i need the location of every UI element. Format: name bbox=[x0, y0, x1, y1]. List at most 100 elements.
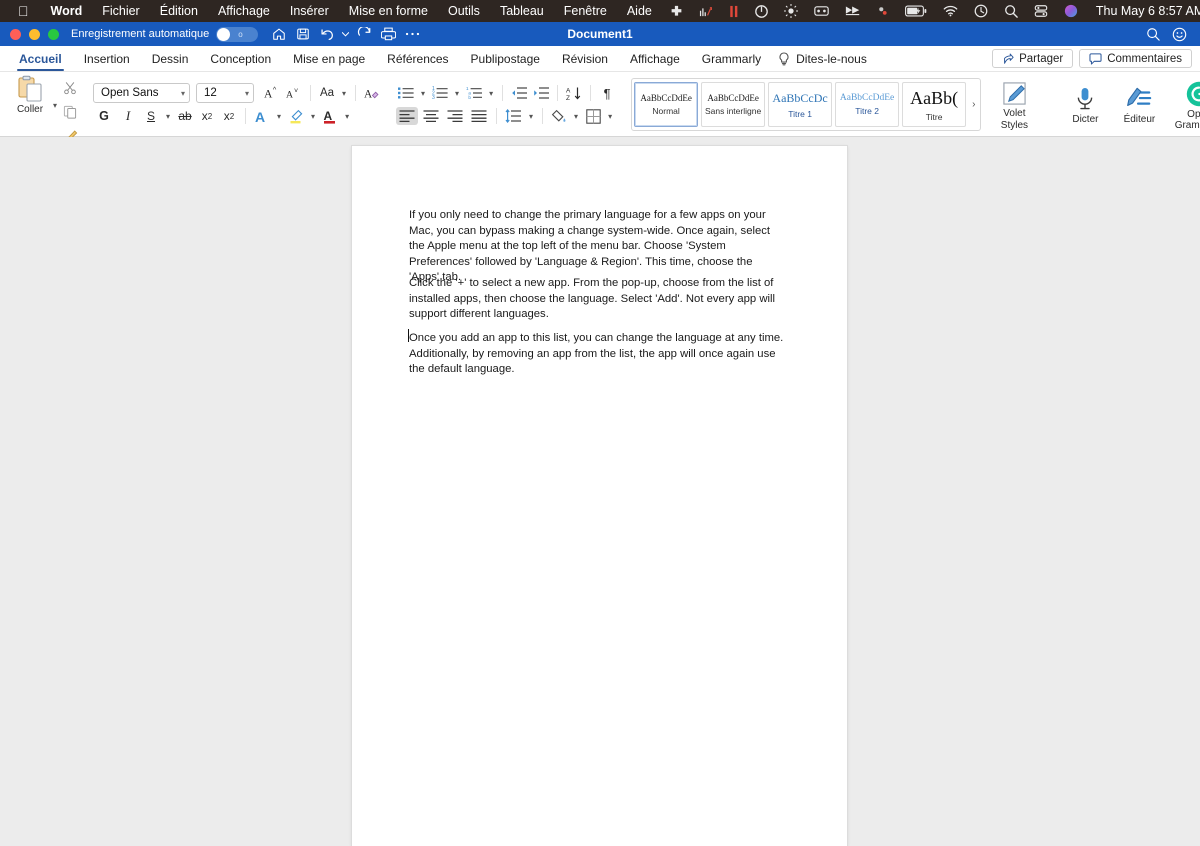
menu-item-outils[interactable]: Outils bbox=[438, 4, 490, 18]
copy-icon[interactable] bbox=[60, 102, 80, 122]
comments-button[interactable]: Commentaires bbox=[1079, 49, 1192, 68]
fast-forward-icon[interactable] bbox=[837, 0, 869, 22]
shrink-font-icon[interactable]: A˅ bbox=[284, 83, 304, 103]
document-paragraph-3[interactable]: Once you add an app to this list, you ca… bbox=[409, 331, 784, 378]
highlight-chevron-down-icon[interactable]: ▾ bbox=[308, 112, 318, 121]
paste-chevron-down-icon[interactable]: ▾ bbox=[50, 101, 60, 110]
account-smiley-icon[interactable] bbox=[1168, 23, 1190, 45]
superscript-button[interactable]: x2 bbox=[219, 106, 239, 126]
change-case-chevron-down-icon[interactable]: ▾ bbox=[339, 89, 349, 98]
tab-insertion[interactable]: Insertion bbox=[73, 46, 141, 72]
tab-affichage[interactable]: Affichage bbox=[619, 46, 691, 72]
subscript-button[interactable]: x2 bbox=[197, 106, 217, 126]
tab-accueil[interactable]: Accueil bbox=[8, 46, 73, 72]
tab-dessin[interactable]: Dessin bbox=[141, 46, 200, 72]
pilcrow-icon[interactable]: ¶ bbox=[597, 83, 617, 103]
justify-icon[interactable] bbox=[468, 107, 490, 125]
menu-item-fichier[interactable]: Fichier bbox=[92, 4, 150, 18]
siri-icon[interactable] bbox=[1056, 0, 1086, 22]
highlight-color-icon[interactable] bbox=[286, 106, 306, 126]
clear-formatting-icon[interactable]: A bbox=[362, 83, 382, 103]
bullets-chevron-down-icon[interactable]: ▾ bbox=[418, 89, 428, 98]
menu-item-aide[interactable]: Aide bbox=[617, 4, 662, 18]
document-page[interactable]: If you only need to change the primary l… bbox=[352, 146, 847, 846]
menu-item-fenetre[interactable]: Fenêtre bbox=[554, 4, 617, 18]
text-effects-icon[interactable]: A bbox=[252, 106, 272, 126]
chevron-down-icon[interactable]: ▾ bbox=[239, 89, 249, 98]
decrease-indent-icon[interactable] bbox=[509, 83, 529, 103]
menu-item-tableau[interactable]: Tableau bbox=[490, 4, 554, 18]
dictate-button[interactable]: Dicter bbox=[1058, 83, 1112, 126]
battery-charging-icon[interactable] bbox=[897, 0, 935, 22]
italic-button[interactable]: I bbox=[117, 106, 139, 126]
tab-publipostage[interactable]: Publipostage bbox=[460, 46, 551, 72]
apple-logo-icon[interactable]:  bbox=[8, 4, 41, 18]
menu-item-inserer[interactable]: Insérer bbox=[280, 4, 339, 18]
style-card-titre-1[interactable]: AaBbCcDc Titre 1 bbox=[768, 82, 832, 127]
chevron-right-icon[interactable]: › bbox=[969, 99, 978, 110]
editor-button[interactable]: Éditeur bbox=[1112, 83, 1166, 126]
paste-button[interactable]: Coller bbox=[10, 75, 50, 115]
change-case-icon[interactable]: Aa bbox=[317, 83, 337, 103]
borders-chevron-down-icon[interactable]: ▾ bbox=[605, 112, 615, 121]
undo-icon[interactable] bbox=[316, 23, 338, 45]
menu-bar-clock[interactable]: Thu May 6 8:57 AM bbox=[1086, 4, 1200, 18]
tell-me-search[interactable]: Dites-le-nous bbox=[772, 52, 867, 66]
bulleted-list-icon[interactable] bbox=[396, 83, 416, 103]
numbered-list-icon[interactable]: 123 bbox=[430, 83, 450, 103]
align-right-icon[interactable] bbox=[444, 107, 466, 125]
medical-cross-icon[interactable] bbox=[662, 0, 691, 22]
tab-grammarly[interactable]: Grammarly bbox=[691, 46, 772, 72]
document-canvas[interactable]: If you only need to change the primary l… bbox=[0, 137, 1200, 675]
borders-icon[interactable] bbox=[583, 106, 603, 126]
stats-hand-icon[interactable] bbox=[691, 0, 721, 22]
tab-revision[interactable]: Révision bbox=[551, 46, 619, 72]
style-card-titre-2[interactable]: AaBbCcDdEe Titre 2 bbox=[835, 82, 899, 127]
font-color-chevron-down-icon[interactable]: ▾ bbox=[342, 112, 352, 121]
shading-chevron-down-icon[interactable]: ▾ bbox=[571, 112, 581, 121]
multilevel-list-icon[interactable]: 1ab bbox=[464, 83, 484, 103]
autosave-toggle[interactable]: o bbox=[216, 27, 258, 42]
print-icon[interactable] bbox=[377, 23, 399, 45]
menu-item-mise-en-forme[interactable]: Mise en forme bbox=[339, 4, 438, 18]
undo-chevron-icon[interactable] bbox=[340, 23, 351, 45]
maximize-window-button[interactable] bbox=[48, 29, 59, 40]
scissors-icon[interactable] bbox=[60, 78, 80, 98]
text-effects-chevron-down-icon[interactable]: ▾ bbox=[274, 112, 284, 121]
bold-button[interactable]: G bbox=[93, 106, 115, 126]
style-card-sans-interligne[interactable]: AaBbCcDdEe Sans interligne bbox=[701, 82, 765, 127]
save-icon[interactable] bbox=[292, 23, 314, 45]
screen-recorder-icon[interactable] bbox=[806, 0, 837, 22]
underline-chevron-down-icon[interactable]: ▾ bbox=[163, 112, 173, 121]
close-window-button[interactable] bbox=[10, 29, 21, 40]
tab-references[interactable]: Références bbox=[376, 46, 459, 72]
grow-font-icon[interactable]: A^ bbox=[262, 83, 282, 103]
tab-conception[interactable]: Conception bbox=[199, 46, 282, 72]
redo-icon[interactable] bbox=[353, 23, 375, 45]
chevron-down-icon[interactable]: ▾ bbox=[175, 89, 185, 98]
grammarly-button[interactable]: OpenGrammarly bbox=[1166, 78, 1200, 132]
underline-button[interactable]: S bbox=[141, 106, 161, 126]
font-color-icon[interactable]: A bbox=[320, 106, 340, 126]
search-icon[interactable] bbox=[996, 0, 1026, 22]
share-button[interactable]: Partager bbox=[992, 49, 1073, 68]
document-paragraph-2[interactable]: Click the '+' to select a new app. From … bbox=[409, 276, 784, 323]
menu-item-word[interactable]: Word bbox=[41, 4, 93, 18]
minimize-window-button[interactable] bbox=[29, 29, 40, 40]
menu-item-affichage[interactable]: Affichage bbox=[208, 4, 280, 18]
time-machine-icon[interactable] bbox=[966, 0, 996, 22]
multilevel-chevron-down-icon[interactable]: ▾ bbox=[486, 89, 496, 98]
styles-pane-button[interactable]: VoletStyles bbox=[987, 78, 1041, 131]
line-spacing-icon[interactable] bbox=[503, 106, 524, 126]
pause-icon[interactable] bbox=[721, 0, 747, 22]
home-icon[interactable] bbox=[268, 23, 290, 45]
sort-az-icon[interactable]: AZ bbox=[564, 83, 584, 103]
line-spacing-chevron-down-icon[interactable]: ▾ bbox=[526, 112, 536, 121]
wifi-icon[interactable] bbox=[935, 0, 966, 22]
font-name-input[interactable]: Open Sans ▾ bbox=[93, 83, 190, 103]
align-left-icon[interactable] bbox=[396, 107, 418, 125]
search-icon[interactable] bbox=[1142, 23, 1164, 45]
more-options-icon[interactable] bbox=[401, 23, 423, 45]
numbering-chevron-down-icon[interactable]: ▾ bbox=[452, 89, 462, 98]
dot-indicator-icon[interactable] bbox=[869, 0, 897, 22]
